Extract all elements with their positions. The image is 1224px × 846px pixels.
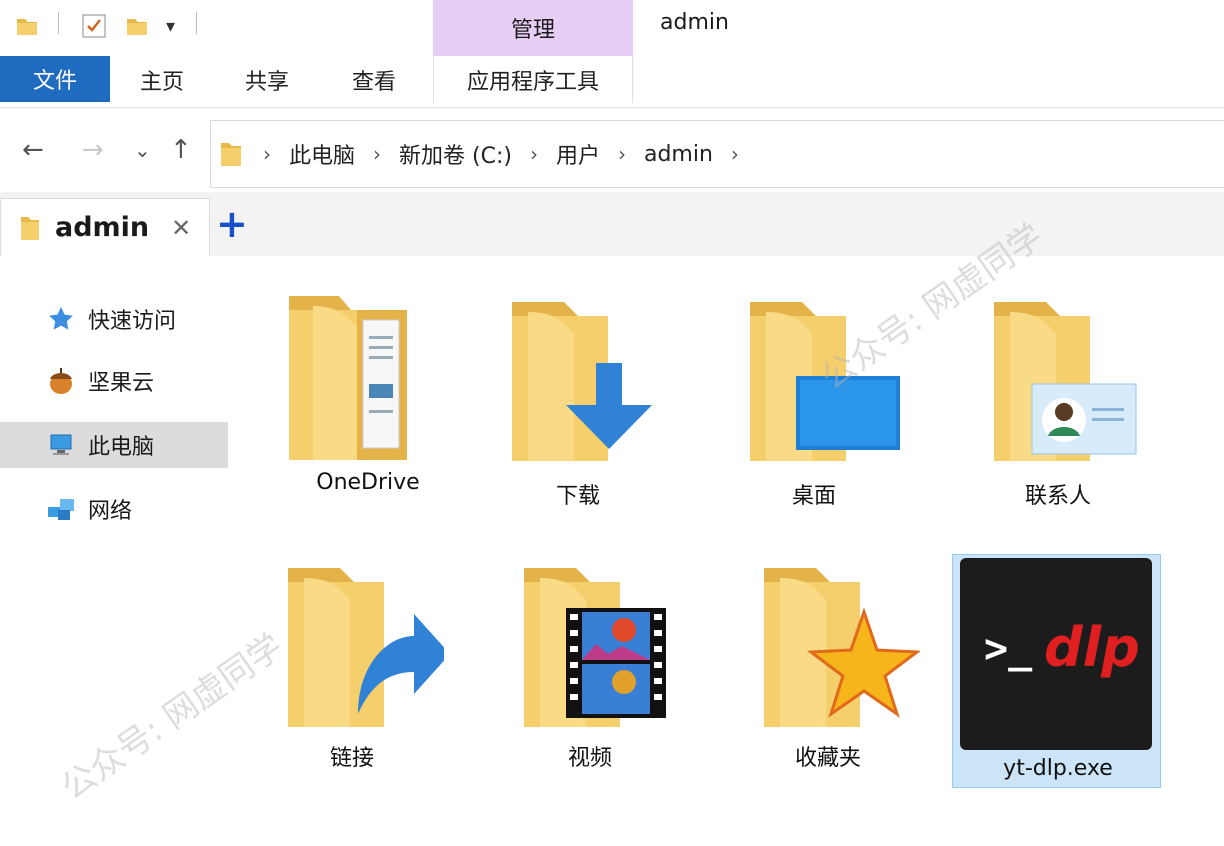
quick-access-folder-icon[interactable] <box>14 10 40 42</box>
tab-admin[interactable]: admin ✕ <box>0 198 210 256</box>
back-arrow-icon: ← <box>22 135 44 165</box>
yt-dlp-exe-icon: >_ dlp <box>960 558 1152 750</box>
links-folder-icon <box>288 568 444 727</box>
window-title: admin <box>660 10 729 35</box>
breadcrumb-separator[interactable]: › <box>530 142 538 166</box>
file-name: 下载 <box>555 484 600 509</box>
recent-locations-button[interactable]: ⌄ <box>134 136 151 164</box>
file-item-contacts[interactable]: 联系人 <box>948 280 1168 520</box>
tab-application-tools[interactable]: 应用程序工具 <box>433 56 633 103</box>
file-item-favorites[interactable]: 收藏夹 <box>718 550 938 790</box>
favorites-folder-icon <box>764 568 920 727</box>
address-folder-icon <box>219 140 243 168</box>
sidebar-item-label: 此电脑 <box>88 435 155 460</box>
properties-checkbox-icon[interactable] <box>80 10 108 42</box>
file-item-desktop[interactable]: 桌面 <box>704 280 924 520</box>
breadcrumb-admin[interactable]: admin <box>644 142 713 167</box>
tab-strip: admin ✕ + <box>0 192 1224 256</box>
breadcrumb-separator[interactable]: › <box>373 142 381 166</box>
exe-prompt-text: >_ <box>984 626 1033 672</box>
file-name: 视频 <box>567 746 612 771</box>
videos-folder-icon <box>524 568 666 727</box>
address-bar[interactable]: › 此电脑 › 新加卷 (C:) › 用户 › admin › <box>210 120 1224 188</box>
tab-file-label: 文件 <box>32 69 77 94</box>
sidebar-item-label: 网络 <box>88 499 133 524</box>
title-bar: ▾ 管理 admin <box>0 0 1224 56</box>
back-button[interactable]: ← <box>22 136 44 164</box>
file-item-links[interactable]: 链接 <box>242 550 462 790</box>
file-name: 收藏夹 <box>794 746 861 771</box>
breadcrumb-this-pc[interactable]: 此电脑 <box>289 138 355 170</box>
file-name: 链接 <box>329 746 374 771</box>
tab-file[interactable]: 文件 <box>0 56 110 102</box>
manage-tab-label: 管理 <box>510 18 555 43</box>
up-button[interactable]: ↑ <box>170 136 192 164</box>
manage-contextual-tab[interactable]: 管理 <box>433 0 633 56</box>
star-icon <box>46 304 76 334</box>
file-item-videos[interactable]: 视频 <box>480 550 700 790</box>
up-arrow-icon: ↑ <box>170 135 192 165</box>
exe-brand-text: dlp <box>1044 616 1140 679</box>
chevron-down-icon: ⌄ <box>134 138 151 162</box>
file-item-yt-dlp-exe[interactable]: >_ dlp yt-dlp.exe <box>948 550 1168 790</box>
sidebar-item-label: 快速访问 <box>88 309 177 334</box>
tab-view-label: 查看 <box>351 69 396 95</box>
new-folder-icon[interactable] <box>124 10 150 42</box>
file-name: 桌面 <box>791 484 836 509</box>
nut-icon <box>46 366 76 396</box>
computer-icon <box>46 430 76 460</box>
navigation-pane: 快速访问 坚果云 此电脑 网络 <box>0 256 236 846</box>
sidebar-item-quick-access[interactable]: 快速访问 <box>0 296 228 342</box>
file-item-onedrive[interactable]: OneDrive <box>258 280 478 520</box>
contacts-folder-icon <box>994 302 1137 461</box>
tab-share[interactable]: 共享 <box>214 56 320 103</box>
downloads-folder-icon <box>512 302 652 461</box>
tab-home[interactable]: 主页 <box>110 56 214 103</box>
close-tab-icon[interactable]: ✕ <box>171 214 191 242</box>
file-item-downloads[interactable]: 下载 <box>468 280 688 520</box>
tab-share-label: 共享 <box>244 69 289 95</box>
breadcrumb-separator[interactable]: › <box>731 142 739 166</box>
file-name: yt-dlp.exe <box>1003 756 1113 781</box>
tab-folder-icon <box>19 214 41 242</box>
forward-arrow-icon: → <box>82 135 104 165</box>
navigation-bar: ← → ⌄ ↑ › 此电脑 › 新加卷 (C:) › 用户 › admin › <box>0 108 1224 192</box>
ribbon-tabs: 文件 主页 共享 查看 应用程序工具 <box>0 56 1224 108</box>
breadcrumb-separator: › <box>263 142 271 166</box>
sidebar-item-label: 坚果云 <box>88 371 155 396</box>
breadcrumb-volume-c[interactable]: 新加卷 (C:) <box>399 138 512 170</box>
sidebar-item-network[interactable]: 网络 <box>0 486 228 532</box>
network-icon <box>46 494 76 524</box>
new-tab-button[interactable]: + <box>216 205 248 243</box>
sidebar-item-nutstore[interactable]: 坚果云 <box>0 358 228 404</box>
sidebar-item-this-pc[interactable]: 此电脑 <box>0 422 228 468</box>
desktop-folder-icon <box>750 302 900 461</box>
tab-application-tools-label: 应用程序工具 <box>466 69 599 95</box>
customize-qat-dropdown-icon[interactable]: ▾ <box>166 10 175 42</box>
tab-home-label: 主页 <box>139 69 184 95</box>
onedrive-folder-icon <box>289 296 407 460</box>
file-name: 联系人 <box>1024 484 1091 509</box>
breadcrumb-users[interactable]: 用户 <box>556 138 600 170</box>
forward-button[interactable]: → <box>82 136 104 164</box>
tab-view[interactable]: 查看 <box>320 56 428 103</box>
tab-admin-label: admin <box>55 212 150 243</box>
file-name: OneDrive <box>316 470 420 495</box>
breadcrumb-separator[interactable]: › <box>618 142 626 166</box>
